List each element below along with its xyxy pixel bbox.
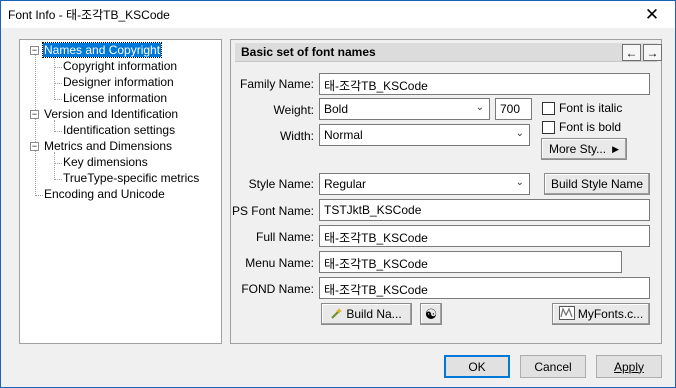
ps-font-name-label: PS Font Name:	[231, 204, 314, 218]
category-tree[interactable]: − Names and Copyright Copyright informat…	[19, 39, 222, 344]
tree-item-version-and-identification[interactable]: Version and Identification	[43, 106, 179, 122]
panel-header: Basic set of font names ← →	[235, 43, 662, 62]
style-name-select[interactable]: Regular ⌄	[319, 173, 530, 195]
build-wand-icon	[331, 307, 343, 322]
collapse-icon[interactable]: −	[30, 46, 39, 55]
apply-label: Apply	[613, 359, 645, 374]
more-styles-button[interactable]: More Sty... ▶	[541, 138, 627, 160]
collapse-icon[interactable]: −	[30, 110, 39, 119]
tree-item-names-and-copyright[interactable]: Names and Copyright	[41, 42, 163, 58]
chevron-down-icon: ⌄	[515, 128, 524, 139]
family-name-label: Family Name:	[239, 77, 314, 91]
tree-connector	[54, 83, 62, 84]
tree-item-label: Designer information	[63, 75, 174, 89]
close-icon[interactable]: ✕	[629, 1, 675, 28]
tree-connector	[54, 131, 62, 132]
full-name-label: Full Name:	[255, 230, 314, 244]
arrow-left-icon: ←	[625, 45, 638, 60]
font-is-italic-label: Font is italic	[559, 101, 623, 115]
ok-button[interactable]: OK	[444, 355, 510, 378]
tree-item-license-information[interactable]: License information	[62, 90, 168, 106]
chevron-down-icon: ⌄	[515, 177, 524, 188]
ps-font-name-field[interactable]: TSTJktB_KSCode	[319, 199, 650, 221]
font-is-bold-label: Font is bold	[559, 120, 622, 134]
tree-item-label: TrueType-specific metrics	[63, 171, 200, 185]
width-value: Normal	[324, 128, 363, 142]
tree-item-label: Encoding and Unicode	[44, 187, 165, 201]
tree-item-label: Identification settings	[63, 123, 176, 137]
tree-item-label: Key dimensions	[63, 155, 148, 169]
style-name-label: Style Name:	[248, 177, 314, 191]
width-select[interactable]: Normal ⌄	[319, 124, 530, 146]
prev-page-button[interactable]: ←	[622, 44, 641, 61]
checkbox-icon	[542, 101, 555, 115]
arrow-right-icon: →	[646, 45, 659, 60]
tree-item-label: License information	[63, 91, 168, 105]
weight-number-field[interactable]: 700	[495, 98, 532, 120]
next-page-button[interactable]: →	[643, 44, 662, 61]
tree-item-copyright-information[interactable]: Copyright information	[62, 58, 178, 74]
tree-item-label: Metrics and Dimensions	[44, 139, 173, 153]
yin-yang-icon: ☯	[424, 305, 438, 322]
tree-connector	[54, 163, 62, 164]
build-style-name-button[interactable]: Build Style Name	[544, 173, 650, 195]
tree-item-identification-settings[interactable]: Identification settings	[62, 122, 176, 138]
tree-item-encoding-and-unicode[interactable]: Encoding and Unicode	[43, 186, 166, 202]
fond-name-field[interactable]: 태-조각TB_KSCode	[319, 277, 650, 299]
menu-name-field[interactable]: 태-조각TB_KSCode	[319, 251, 622, 273]
tree-connector	[54, 99, 62, 100]
tree-item-key-dimensions[interactable]: Key dimensions	[62, 154, 149, 170]
width-label: Width:	[279, 129, 314, 143]
tree-connector	[54, 56, 55, 100]
weight-select[interactable]: Bold ⌄	[319, 98, 490, 120]
font-names-panel: Basic set of font names ← → Family Name:…	[230, 39, 662, 344]
myfonts-button[interactable]: MyFonts.c...	[552, 303, 650, 325]
tree-item-label: Names and Copyright	[41, 42, 163, 58]
window-title: Font Info - 태-조각TB_KSCode	[8, 8, 170, 22]
myfonts-label: MyFonts.c...	[577, 307, 644, 321]
title-bar: Font Info - 태-조각TB_KSCode ✕	[1, 1, 675, 28]
triangle-right-icon: ▶	[612, 143, 620, 154]
family-name-field[interactable]: 태-조각TB_KSCode	[319, 73, 650, 95]
apply-button[interactable]: Apply	[596, 355, 662, 378]
tree-item-label: Copyright information	[63, 59, 178, 73]
chevron-down-icon: ⌄	[475, 102, 484, 113]
tree-connector	[35, 195, 43, 196]
collapse-icon[interactable]: −	[30, 142, 39, 151]
cancel-button[interactable]: Cancel	[520, 355, 586, 378]
more-styles-label: More Sty...	[548, 142, 607, 156]
yin-yang-button[interactable]: ☯	[420, 303, 442, 325]
tree-connector	[35, 54, 36, 196]
weight-label: Weight:	[273, 103, 314, 117]
tree-connector	[54, 67, 62, 68]
tree-connector	[54, 179, 62, 180]
myfonts-logo-icon	[558, 305, 575, 323]
tree-item-metrics-and-dimensions[interactable]: Metrics and Dimensions	[43, 138, 173, 154]
build-names-label: Build Na...	[346, 307, 402, 321]
checkbox-icon	[542, 120, 555, 134]
menu-name-label: Menu Name:	[245, 256, 314, 270]
font-is-italic-checkbox[interactable]: Font is italic	[542, 101, 622, 115]
build-names-button[interactable]: Build Na...	[321, 303, 412, 325]
tree-connector	[54, 152, 55, 180]
panel-title: Basic set of font names	[241, 45, 376, 59]
tree-item-label: Version and Identification	[44, 107, 179, 121]
full-name-field[interactable]: 태-조각TB_KSCode	[319, 225, 650, 247]
fond-name-label: FOND Name:	[241, 282, 314, 296]
font-is-bold-checkbox[interactable]: Font is bold	[542, 120, 621, 134]
font-info-dialog: Font Info - 태-조각TB_KSCode ✕ − Names and …	[0, 0, 676, 388]
weight-value: Bold	[324, 102, 349, 116]
tree-item-designer-information[interactable]: Designer information	[62, 74, 175, 90]
style-name-value: Regular	[324, 177, 367, 191]
tree-item-truetype-specific-metrics[interactable]: TrueType-specific metrics	[62, 170, 200, 186]
